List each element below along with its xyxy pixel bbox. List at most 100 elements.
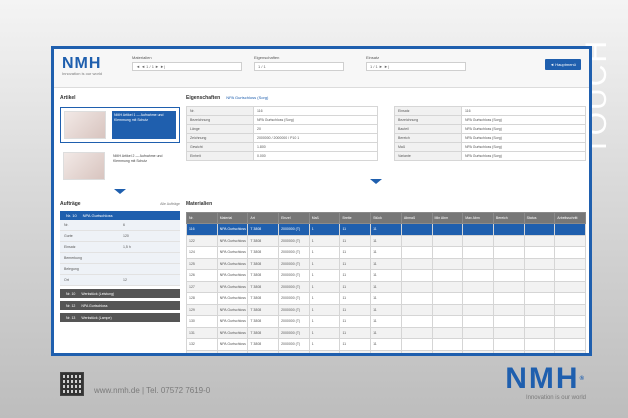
table-cell: NPA Gurtschloss (Sorg) bbox=[216, 257, 249, 270]
table-row[interactable]: 122NPA Gurtschloss (Sorg)T 38082000000 (… bbox=[186, 234, 586, 247]
table-cell: 11 bbox=[339, 292, 372, 305]
table-cell: 133 bbox=[186, 349, 218, 353]
table-cell bbox=[492, 315, 525, 328]
table-row[interactable]: 131NPA Gurtschloss (Sorg)T 38082000000 (… bbox=[186, 326, 586, 339]
table-cell: 1 bbox=[308, 326, 341, 339]
hauptmenu-button[interactable]: ◄ Hauptmenü bbox=[545, 59, 581, 70]
column-header[interactable]: Einzel bbox=[278, 212, 310, 224]
table-cell bbox=[462, 234, 494, 247]
property-key: Bereich bbox=[394, 133, 462, 143]
column-header[interactable]: Nr. bbox=[186, 212, 218, 224]
artikel-card[interactable]: NMH Artikel 1 — Aufnahme und Klemmung mi… bbox=[60, 107, 180, 143]
table-cell: 11 bbox=[339, 257, 372, 270]
table-cell bbox=[554, 269, 586, 282]
table-cell bbox=[462, 303, 494, 316]
table-cell bbox=[523, 303, 556, 316]
property-row: Bezeichnung NPA Gurtschloss (Sorg) bbox=[394, 115, 586, 125]
table-cell: 124 bbox=[186, 246, 218, 259]
app-screen: NMH Innovation is our world Materialien … bbox=[51, 46, 592, 356]
column-header[interactable]: Art bbox=[247, 212, 280, 224]
property-key: Einsatz bbox=[394, 106, 462, 116]
table-cell: NPA Gurtschloss (Sorg) bbox=[216, 223, 249, 236]
column-header[interactable]: Bereich bbox=[492, 212, 525, 224]
table-cell bbox=[462, 257, 494, 270]
property-value: NPA Gurtschloss (Sorg) bbox=[461, 151, 586, 161]
column-header[interactable]: Max Abm bbox=[462, 212, 494, 224]
table-cell bbox=[400, 292, 433, 305]
table-row[interactable]: 125NPA Gurtschloss (Sorg)T 38082000000 (… bbox=[186, 257, 586, 270]
order-button[interactable]: Nr. 10 Werkstück (Leistung) bbox=[60, 289, 180, 298]
table-cell bbox=[431, 246, 464, 259]
table-cell bbox=[554, 326, 586, 339]
table-cell: T 3808 bbox=[247, 349, 280, 353]
column-header[interactable]: Abmaß bbox=[400, 212, 433, 224]
table-cell: 1 bbox=[308, 246, 341, 259]
order-field: Bemerkung bbox=[60, 253, 180, 264]
column-header[interactable]: Status bbox=[523, 212, 556, 224]
column-header[interactable]: Breite bbox=[339, 212, 372, 224]
column-header[interactable]: Maß bbox=[308, 212, 341, 224]
table-cell: 11 bbox=[339, 326, 372, 339]
table-cell bbox=[554, 338, 586, 351]
table-cell bbox=[400, 315, 433, 328]
property-key: Variante bbox=[394, 151, 462, 161]
table-cell bbox=[462, 326, 494, 339]
table-cell: 11 bbox=[339, 349, 372, 353]
einsatz-nav[interactable]: Einsatz 1 / 1 ► ►| bbox=[366, 55, 466, 71]
property-value: NPA Gurtschloss (Sorg) bbox=[461, 133, 586, 143]
table-row[interactable]: 129NPA Gurtschloss (Sorg)T 38082000000 (… bbox=[186, 303, 586, 316]
table-cell: NPA Gurtschloss (Sorg) bbox=[216, 280, 249, 293]
column-header[interactable]: Stück bbox=[370, 212, 402, 224]
table-cell: 11 bbox=[370, 338, 402, 351]
table-cell: 1 bbox=[308, 280, 341, 293]
table-cell bbox=[462, 223, 494, 236]
table-cell: 1 bbox=[308, 223, 341, 236]
artikel-card[interactable]: NMH Artikel 2 — Aufnahme und Klemmung mi… bbox=[60, 149, 180, 183]
table-cell bbox=[400, 326, 433, 339]
eigenschaften-nav[interactable]: Eigenschaften 1 / 1 bbox=[254, 55, 344, 71]
order-button[interactable]: Nr. 13 Werkstück (Lampe) bbox=[60, 313, 180, 322]
chevron-down-icon[interactable] bbox=[370, 179, 382, 184]
table-cell: 11 bbox=[339, 269, 372, 282]
order-button[interactable]: Nr. 12 NPA Gurtschloss bbox=[60, 301, 180, 310]
table-cell: 2000000 (T) bbox=[278, 234, 310, 247]
table-cell bbox=[431, 315, 464, 328]
artikel-panel: Artikel NMH Artikel 1 — Aufnahme und Kle… bbox=[60, 95, 180, 195]
table-cell bbox=[431, 303, 464, 316]
table-cell bbox=[492, 234, 525, 247]
table-row[interactable]: 127NPA Gurtschloss (Sorg)T 38082000000 (… bbox=[186, 280, 586, 293]
column-header[interactable]: Min Abm bbox=[431, 212, 464, 224]
table-cell bbox=[523, 338, 556, 351]
table-cell: T 3808 bbox=[247, 234, 280, 247]
table-cell: T 3808 bbox=[247, 223, 280, 236]
table-row[interactable]: 133NPA Gurtschloss (Sorg)T 38082000000 (… bbox=[186, 349, 586, 353]
table-cell bbox=[492, 303, 525, 316]
selected-order[interactable]: Nr. 10 NPA Gurtschloss bbox=[60, 211, 180, 220]
property-row: Einsatz 116 bbox=[394, 106, 586, 116]
materialien-nav[interactable]: Materialien ◄ ◄ 1 / 1 ► ►| bbox=[132, 55, 242, 71]
table-row[interactable]: 116NPA Gurtschloss (Sorg)T 38082000000 (… bbox=[186, 223, 586, 236]
property-value: 20 bbox=[253, 124, 378, 134]
table-cell: 1 bbox=[308, 349, 341, 353]
table-row[interactable]: 128NPA Gurtschloss (Sorg)T 38082000000 (… bbox=[186, 292, 586, 305]
column-header[interactable]: Material bbox=[216, 212, 249, 224]
materials-table: Nr. Material Art Einzel Maß Breite Stück Abmaß M… bbox=[186, 212, 586, 353]
table-cell bbox=[554, 315, 586, 328]
property-row: Variante NPA Gurtschloss (Sorg) bbox=[394, 151, 586, 161]
property-row: Bereich NPA Gurtschloss (Sorg) bbox=[394, 133, 586, 143]
table-cell: 116 bbox=[186, 223, 218, 236]
table-cell: 11 bbox=[370, 292, 402, 305]
table-cell bbox=[554, 234, 586, 247]
table-row[interactable]: 126NPA Gurtschloss (Sorg)T 38082000000 (… bbox=[186, 269, 586, 282]
table-row[interactable]: 132NPA Gurtschloss (Sorg)T 38082000000 (… bbox=[186, 338, 586, 351]
chevron-down-icon[interactable] bbox=[114, 189, 126, 194]
nmh-logo: NMH® Innovation is our world bbox=[505, 362, 586, 402]
table-row[interactable]: 124NPA Gurtschloss (Sorg)T 38082000000 (… bbox=[186, 246, 586, 259]
property-value: 0.000 bbox=[253, 151, 378, 161]
table-cell bbox=[431, 292, 464, 305]
column-header[interactable]: Arbeitsschritt bbox=[554, 212, 586, 224]
table-row[interactable]: 130NPA Gurtschloss (Sorg)T 38082000000 (… bbox=[186, 315, 586, 328]
table-cell: 2000000 (T) bbox=[278, 292, 310, 305]
table-cell: 1 bbox=[308, 234, 341, 247]
table-cell bbox=[523, 292, 556, 305]
